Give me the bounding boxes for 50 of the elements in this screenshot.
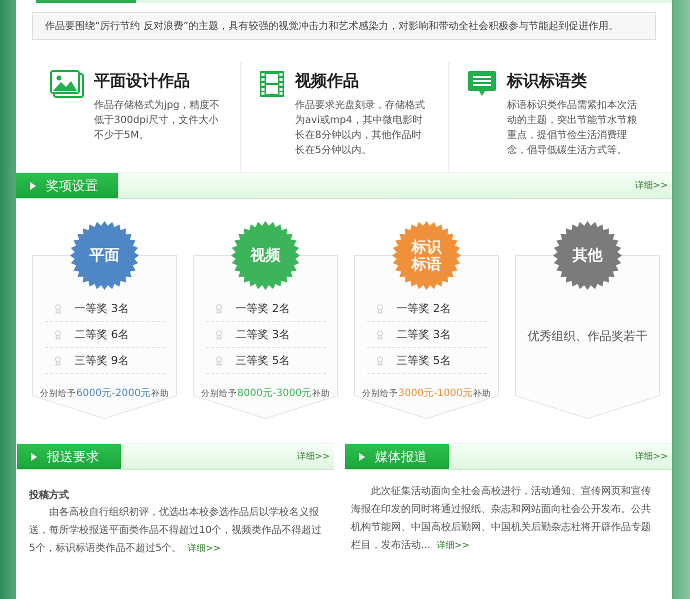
more-link[interactable]: 详细>> <box>634 179 668 192</box>
award-icon <box>214 356 224 366</box>
prize-text: 一等奖 2名 <box>396 301 451 316</box>
feature-description: 作品存储格式为jpg，精度不低于300dpi尺寸，文件大小不少于5M。 <box>94 98 220 143</box>
feature-description: 作品要求光盘刻录，存储格式为avi或mp4，其中微电影时长在8分钟以内，其他作品时长在5分钟以内。 <box>295 98 426 158</box>
prize-text: 二等奖 3名 <box>396 327 451 342</box>
prize-text: 一等奖 3名 <box>74 301 129 316</box>
play-icon <box>31 452 37 460</box>
award-note: 优秀组织、作品奖若干 <box>528 328 648 345</box>
feature-title: 平面设计作品 <box>94 71 191 92</box>
award-icon <box>374 356 384 366</box>
prize-text: 三等奖 5名 <box>396 353 451 368</box>
picture-icon <box>50 70 84 98</box>
award-icon <box>374 330 384 340</box>
prize-text: 二等奖 6名 <box>74 327 129 342</box>
feature-description: 标语标识类作品需紧扣本次活动的主题，突出节能节水节粮重点，提倡节俭生活消费理念，倡导低碳生活方式等。 <box>507 98 638 158</box>
subsidy-text: 分别给予 3000元-1000元补助 <box>362 387 491 400</box>
section-title-text: 报送要求 <box>47 448 99 466</box>
award-icon <box>52 304 62 314</box>
badge: 其他 <box>553 221 622 290</box>
prize-text: 三等奖 9名 <box>74 353 129 368</box>
prize-text: 三等奖 5名 <box>236 353 290 368</box>
subsection-title: 投稿方式 <box>29 488 70 502</box>
award-icon <box>52 330 62 340</box>
badge: 平面 <box>70 221 139 290</box>
badge: 标识标语 <box>392 221 461 290</box>
award-icon <box>374 304 384 314</box>
subsidy-text: 分别给予 6000元-2000元补助 <box>40 387 169 400</box>
film-icon <box>259 70 285 98</box>
prize-text: 二等奖 3名 <box>236 327 290 342</box>
paragraph: 此次征集活动面向全社会高校进行，活动通知、宣传网页和宣传海报在印发的同时将通过报纸、杂志和网站面向社会公开发布。公共机构节能网、中国高校后勤网、中国机关后勤杂志社将开辟作品专题栏目，发布活动... 详细>> <box>351 484 652 553</box>
award-icon <box>214 304 224 314</box>
badge: 视频 <box>231 221 300 290</box>
more-link[interactable]: 详细>> <box>296 450 330 463</box>
paragraph: 由各高校自行组织初评，优选出本校参选作品后以学校名义报送，每所学校报送平面类作品不得超过10个，视频类作品不得超过5个，标识标语类作品不超过5个。 详细>> <box>29 506 323 556</box>
award-icon <box>214 330 224 340</box>
feature-title: 视频作品 <box>295 71 360 92</box>
chat-icon <box>467 70 497 98</box>
more-link[interactable]: 详细>> <box>188 544 221 554</box>
prize-text: 一等奖 2名 <box>236 301 290 316</box>
more-link[interactable]: 详细>> <box>436 541 470 551</box>
award-icon <box>52 356 62 366</box>
play-icon <box>359 452 365 460</box>
feature-title: 标识标语类 <box>507 71 588 92</box>
section-title-text: 媒体报道 <box>375 448 427 466</box>
more-link[interactable]: 详细>> <box>634 450 668 463</box>
subsidy-text: 分别给予 8000元-3000元补助 <box>201 387 330 400</box>
play-icon <box>30 182 36 190</box>
section-title-text: 奖项设置 <box>46 178 98 194</box>
notice-text: 作品要围绕“厉行节约 反对浪费”的主题，具有较强的视觉冲击力和艺术感染力，对影响和带动全社会积极参与节能起到促进作用。 <box>32 12 656 40</box>
